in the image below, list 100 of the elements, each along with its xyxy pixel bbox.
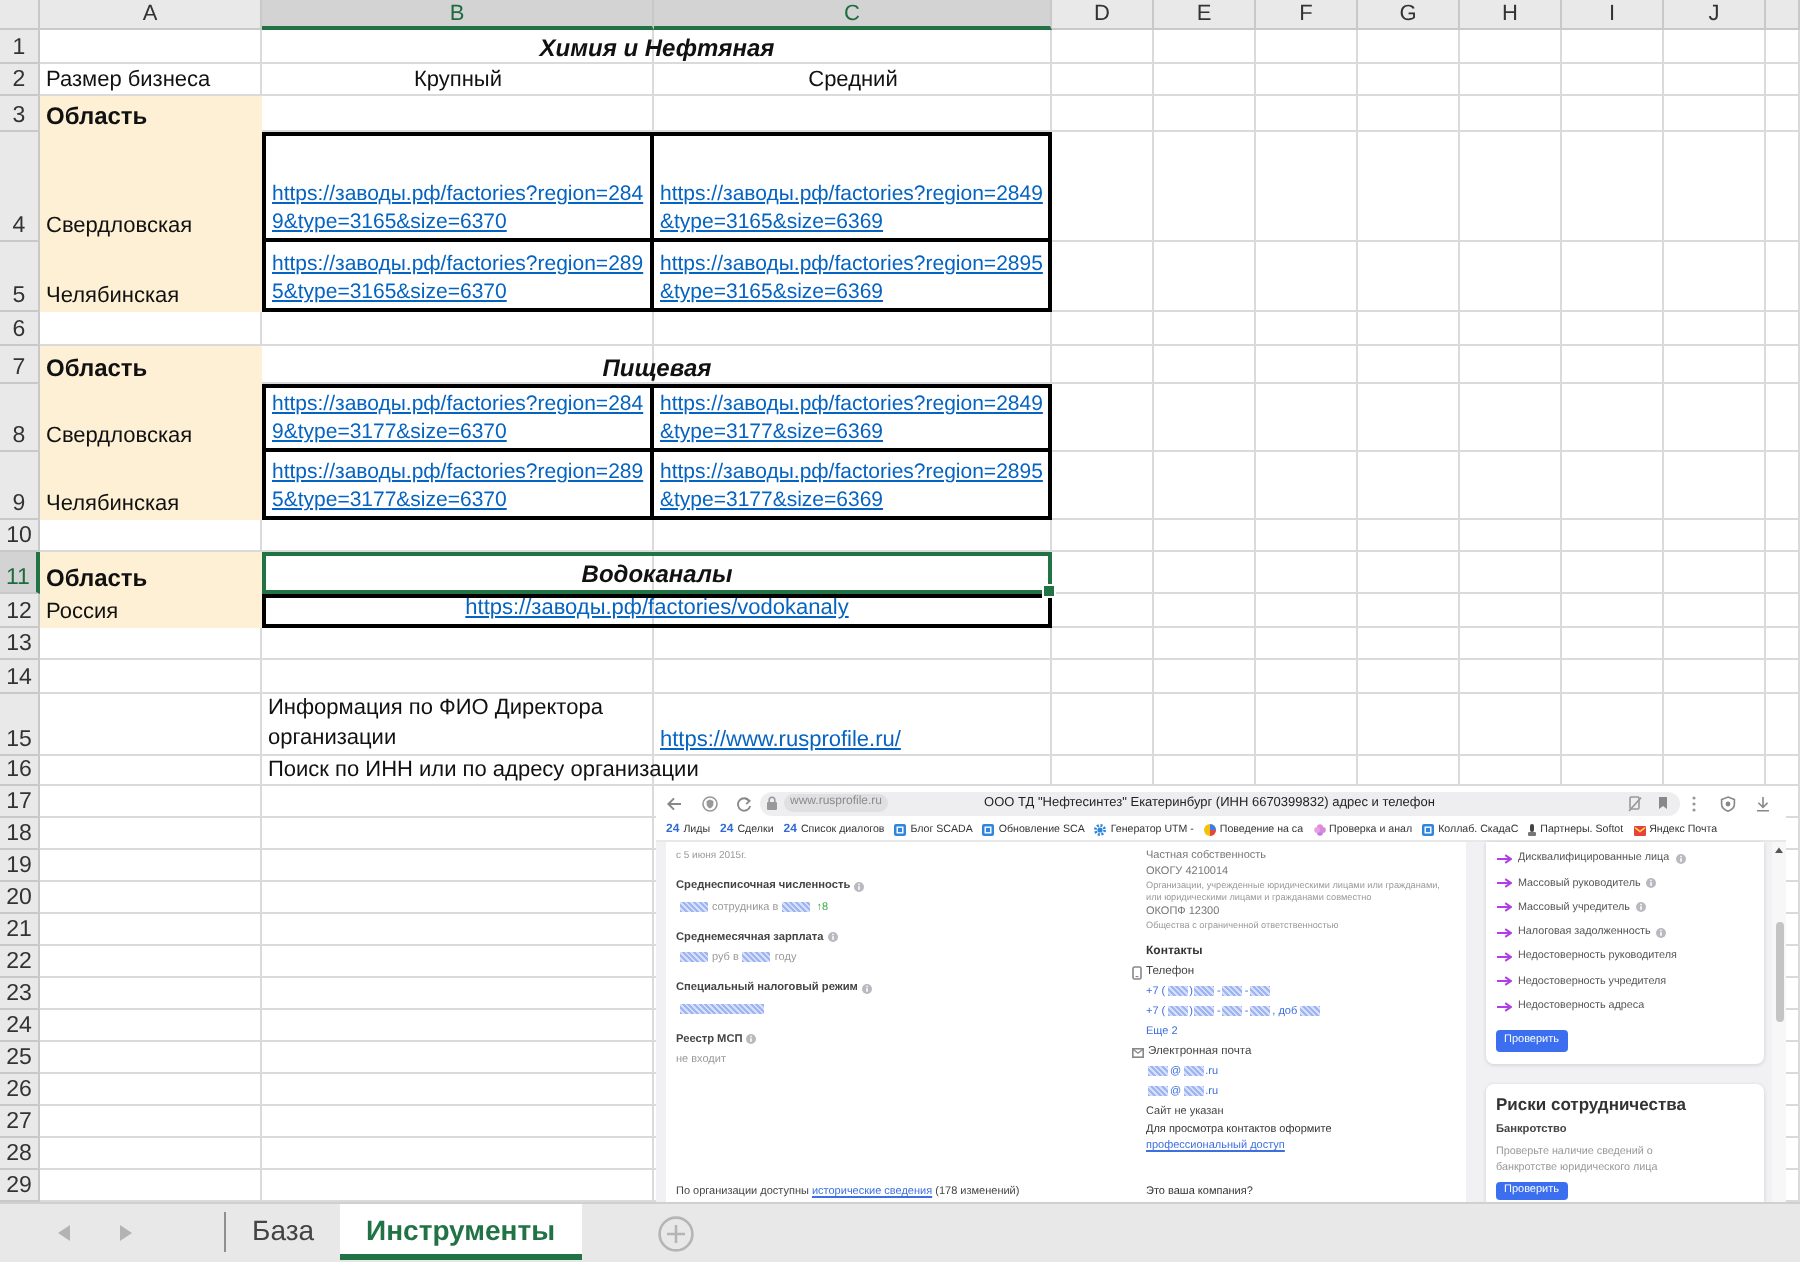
- row-header[interactable]: 9: [0, 452, 40, 520]
- row-header[interactable]: 25: [0, 1042, 40, 1074]
- section-title: Химия и Нефтяная: [539, 34, 775, 62]
- selected-cell[interactable]: Водоканалы: [262, 552, 1052, 594]
- hyperlink[interactable]: https://заводы.рф/factories?region=2849&type=3177&size=6370: [272, 390, 646, 446]
- region-label: Свердловская: [46, 212, 193, 240]
- row-header[interactable]: 23: [0, 978, 40, 1010]
- pin-icon: [1528, 824, 1537, 836]
- row-header[interactable]: 7: [0, 346, 40, 384]
- back-arrow-icon: [666, 795, 682, 811]
- row-header[interactable]: 3: [0, 96, 40, 132]
- region-label: Челябинская: [46, 282, 180, 310]
- hyperlink[interactable]: https://заводы.рф/factories/vodokanaly: [465, 594, 849, 622]
- row-header[interactable]: 1: [0, 30, 40, 64]
- envelope-icon: [1132, 1047, 1144, 1057]
- redaction-block: [1250, 986, 1271, 997]
- pie-icon: [1203, 824, 1216, 836]
- redaction-block: [680, 901, 708, 912]
- row-header[interactable]: 19: [0, 850, 40, 882]
- column-header[interactable]: J: [1664, 0, 1766, 30]
- hyperlink[interactable]: https://заводы.рф/factories?region=2895&type=3177&size=6370: [272, 458, 646, 514]
- redaction-block: [1167, 1006, 1188, 1017]
- redaction-block: [1299, 1006, 1320, 1017]
- section-label: Область: [46, 354, 148, 382]
- region-label: Челябинская: [46, 490, 180, 518]
- info-text: Поиск по ИНН или по адресу организации: [268, 756, 699, 784]
- row-header[interactable]: 28: [0, 1138, 40, 1170]
- envelope-icon: [1633, 825, 1646, 835]
- row-header[interactable]: 2: [0, 64, 40, 96]
- shield-icon: [1720, 795, 1736, 811]
- redaction-block: [1222, 1006, 1243, 1017]
- row-header[interactable]: 5: [0, 242, 40, 312]
- redaction-block: [1194, 1006, 1215, 1017]
- region-label: Свердловская: [46, 422, 193, 450]
- arrow-icon: [1496, 927, 1512, 938]
- redaction-block: [1194, 986, 1215, 997]
- hyperlink[interactable]: https://заводы.рф/factories?region=2895&type=3177&size=6369: [660, 458, 1044, 514]
- region-label: Россия: [46, 598, 119, 626]
- row-header[interactable]: 13: [0, 628, 40, 660]
- row-header[interactable]: 10: [0, 520, 40, 552]
- row-header[interactable]: 29: [0, 1170, 40, 1202]
- column-header[interactable]: G: [1358, 0, 1460, 30]
- scroll-up-icon: [1774, 846, 1784, 854]
- redaction-block: [782, 901, 811, 912]
- hyperlink[interactable]: https://www.rusprofile.ru/: [660, 726, 901, 754]
- section-title: Водоканалы: [581, 560, 733, 588]
- arrow-icon: [1496, 902, 1512, 913]
- row-header[interactable]: 21: [0, 914, 40, 946]
- row-header[interactable]: 18: [0, 818, 40, 850]
- hyperlink[interactable]: https://заводы.рф/factories?region=2849&type=3177&size=6369: [660, 390, 1044, 446]
- redaction-block: [742, 952, 771, 963]
- sheet-tab[interactable]: Инструменты: [340, 1204, 582, 1260]
- row-header[interactable]: 8: [0, 384, 40, 452]
- redaction-block: [1167, 986, 1188, 997]
- card-title: Риски сотрудничества: [1496, 1094, 1686, 1115]
- select-all-corner[interactable]: [0, 0, 40, 30]
- row-header[interactable]: 16: [0, 756, 40, 786]
- column-header[interactable]: B: [262, 0, 654, 30]
- column-header[interactable]: F: [1256, 0, 1358, 30]
- hyperlink[interactable]: https://заводы.рф/factories?region=2849&type=3165&size=6370: [272, 180, 646, 236]
- caret-left-icon[interactable]: [56, 1224, 72, 1242]
- hyperlink[interactable]: https://заводы.рф/factories?region=2849&type=3165&size=6369: [660, 180, 1044, 236]
- column-header[interactable]: H: [1460, 0, 1562, 30]
- redaction-block: [1222, 986, 1243, 997]
- redaction-block: [1250, 1006, 1271, 1017]
- gear-icon: [1094, 824, 1107, 836]
- reload-icon: [736, 795, 752, 811]
- row-header[interactable]: 6: [0, 312, 40, 346]
- column-header[interactable]: E: [1154, 0, 1256, 30]
- plus-circle-icon[interactable]: [657, 1215, 694, 1251]
- redaction-block: [1183, 1066, 1204, 1077]
- row-header[interactable]: 20: [0, 882, 40, 914]
- row-header[interactable]: 22: [0, 946, 40, 978]
- shield-circle-icon: [702, 795, 718, 811]
- redaction-block: [1183, 1086, 1204, 1097]
- fill-handle[interactable]: [1042, 584, 1056, 598]
- redaction-block: [680, 952, 708, 963]
- column-header[interactable]: D: [1052, 0, 1154, 30]
- column-header[interactable]: A: [40, 0, 262, 30]
- row-header[interactable]: 27: [0, 1106, 40, 1138]
- row-header[interactable]: 17: [0, 786, 40, 818]
- crossed-page-icon: [1628, 795, 1642, 811]
- column-header[interactable]: C: [654, 0, 1052, 30]
- row-header[interactable]: 24: [0, 1010, 40, 1042]
- row-header[interactable]: 15: [0, 694, 40, 756]
- caret-right-icon[interactable]: [118, 1224, 134, 1242]
- column-label: Крупный: [414, 66, 502, 94]
- sheet-tab[interactable]: База: [226, 1204, 341, 1260]
- column-header[interactable]: [1766, 0, 1800, 30]
- row-header[interactable]: 14: [0, 660, 40, 694]
- info-text: Информация по ФИО Директора организации: [268, 694, 605, 754]
- column-header[interactable]: I: [1562, 0, 1664, 30]
- hyperlink[interactable]: https://заводы.рф/factories?region=2895&type=3165&size=6370: [272, 250, 646, 306]
- row-header[interactable]: 11: [0, 552, 40, 594]
- row-label: Размер бизнеса: [46, 66, 211, 94]
- row-header[interactable]: 26: [0, 1074, 40, 1106]
- section-label: Область: [46, 102, 148, 130]
- row-header[interactable]: 12: [0, 594, 40, 628]
- hyperlink[interactable]: https://заводы.рф/factories?region=2895&type=3165&size=6369: [660, 250, 1044, 306]
- row-header[interactable]: 4: [0, 132, 40, 242]
